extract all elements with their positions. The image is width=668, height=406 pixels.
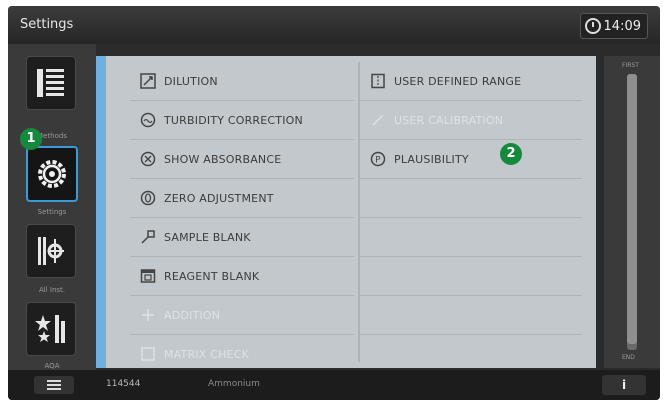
option-empty [360, 218, 582, 257]
settings-panel: DILUTION TURBIDITY CORRECTION SHOW ABSOR… [96, 56, 596, 368]
option-label: TURBIDITY CORRECTION [164, 113, 303, 127]
option-zero-adjustment[interactable]: ZERO ADJUSTMENT [130, 179, 354, 218]
panel-accent-bar [96, 56, 106, 368]
option-label: ADDITION [164, 308, 221, 322]
option-label: SAMPLE BLANK [164, 230, 251, 244]
clock-display: 14:09 [579, 13, 648, 39]
dilution-icon [140, 73, 156, 89]
serial-number: 114544 [106, 379, 141, 389]
sample-blank-icon [141, 230, 155, 244]
matrix-check-icon [141, 347, 155, 361]
option-label: PLAUSIBILITY [394, 152, 469, 166]
option-empty [360, 257, 582, 296]
options-column-left: DILUTION TURBIDITY CORRECTION SHOW ABSOR… [130, 62, 354, 373]
calibration-icon [372, 114, 384, 126]
menu-button[interactable] [34, 376, 74, 394]
user-range-icon [371, 73, 385, 89]
sidebar-item-label: All Inst. [38, 286, 66, 294]
option-dilution[interactable]: DILUTION [130, 62, 354, 101]
instrument-icon [38, 237, 64, 265]
option-label: USER DEFINED RANGE [394, 74, 522, 88]
options-column-right: USER DEFINED RANGE USER CALIBRATION P PL… [360, 62, 582, 373]
sidebar-item-label: AQA [44, 362, 60, 370]
scrollbar[interactable]: FIRST END [604, 56, 660, 368]
option-turbidity-correction[interactable]: TURBIDITY CORRECTION [130, 101, 354, 140]
option-label: REAGENT BLANK [164, 269, 260, 283]
scroll-thumb[interactable] [627, 74, 637, 344]
reagent-blank-icon [140, 269, 156, 283]
gear-icon [38, 160, 66, 188]
aqa-icon [35, 315, 65, 343]
option-sample-blank[interactable]: SAMPLE BLANK [130, 218, 354, 257]
absorbance-icon [140, 151, 156, 167]
sidebar: Methods Settings All Inst. AQA [8, 44, 96, 370]
callout-badge-2: 2 [500, 143, 522, 165]
scroll-bottom-label: END [622, 354, 635, 361]
turbidity-icon [140, 112, 156, 128]
option-label: ZERO ADJUSTMENT [164, 191, 274, 205]
option-label: DILUTION [164, 74, 218, 88]
option-empty [360, 335, 582, 373]
option-label: SHOW ABSORBANCE [164, 152, 282, 166]
option-label: USER CALIBRATION [394, 113, 504, 127]
option-empty [360, 179, 582, 218]
clock-time: 14:09 [603, 18, 641, 34]
scroll-top-label: FIRST [622, 62, 639, 69]
bottom-bar: 114544 Ammonium i [8, 370, 660, 400]
callout-badge-1: 1 [20, 128, 42, 150]
option-matrix-check[interactable]: MATRIX CHECK [130, 335, 354, 373]
status-text: Ammonium [208, 379, 260, 389]
addition-icon [142, 309, 154, 321]
option-show-absorbance[interactable]: SHOW ABSORBANCE [130, 140, 354, 179]
zero-adjustment-icon [140, 190, 156, 206]
clock-icon [584, 18, 601, 34]
option-user-defined-range[interactable]: USER DEFINED RANGE [360, 62, 582, 101]
svg-text:P: P [375, 156, 381, 166]
option-user-calibration[interactable]: USER CALIBRATION [360, 101, 582, 140]
option-empty [360, 296, 582, 335]
sidebar-item-aqa[interactable] [26, 302, 76, 356]
page-title: Settings [20, 17, 74, 32]
instrument-screen: Settings 14:09 Methods Settings All Inst… [8, 6, 660, 400]
sidebar-item-label: Settings [37, 208, 67, 216]
hamburger-icon [47, 380, 61, 390]
sidebar-item-all-inst[interactable] [26, 224, 76, 278]
option-plausibility[interactable]: P PLAUSIBILITY [360, 140, 582, 179]
list-icon [37, 69, 64, 97]
info-button[interactable]: i [602, 375, 646, 395]
option-addition[interactable]: ADDITION [130, 296, 354, 335]
top-bar: Settings 14:09 [8, 6, 660, 44]
option-label: MATRIX CHECK [164, 347, 249, 361]
sidebar-item-settings[interactable] [26, 146, 78, 202]
plausibility-icon: P [370, 151, 386, 167]
sidebar-item-methods[interactable] [26, 56, 76, 110]
option-reagent-blank[interactable]: REAGENT BLANK [130, 257, 354, 296]
